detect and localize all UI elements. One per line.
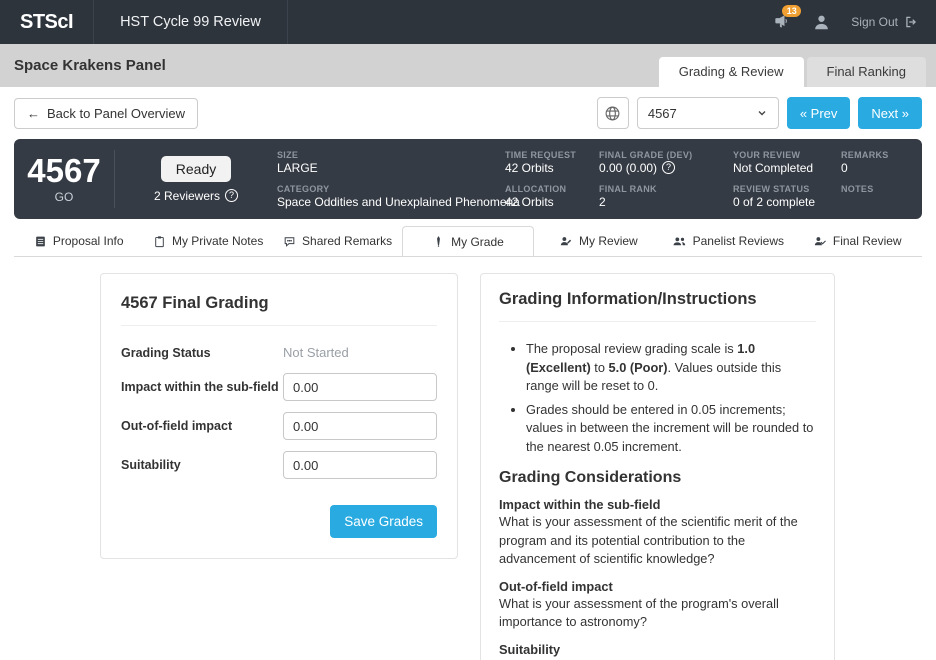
consideration-heading: Suitability xyxy=(499,642,816,657)
instruction-item: The proposal review grading scale is 1.0… xyxy=(526,340,816,396)
field-allocation: ALLOCATION 42 Orbits xyxy=(505,184,583,209)
person-icon xyxy=(812,13,831,32)
field-your-review: YOUR REVIEW Not Completed xyxy=(733,150,825,175)
tab-grading-review[interactable]: Grading & Review xyxy=(659,57,804,87)
impact-subfield-input[interactable] xyxy=(283,373,437,401)
out-of-field-row: Out-of-field impact xyxy=(121,412,437,440)
tab-shared-remarks[interactable]: Shared Remarks xyxy=(273,226,402,256)
stsci-logo[interactable]: STScI xyxy=(0,0,94,44)
proposal-select-value: 4567 xyxy=(648,106,677,121)
tab-final-review[interactable]: Final Review xyxy=(793,226,922,256)
ready-status-button[interactable]: Ready xyxy=(161,156,231,182)
consideration-text: What is your assessment of the scientifi… xyxy=(499,513,816,569)
suitability-input[interactable] xyxy=(283,451,437,479)
tab-panelist-reviews[interactable]: Panelist Reviews xyxy=(663,226,792,256)
grading-status-value: Not Started xyxy=(283,345,349,360)
impact-subfield-label: Impact within the sub-field xyxy=(121,380,283,394)
instruction-item: Grades should be entered in 0.05 increme… xyxy=(526,401,816,457)
out-of-field-input[interactable] xyxy=(283,412,437,440)
document-icon xyxy=(34,235,47,248)
info-card-title: Grading Information/Instructions xyxy=(499,290,816,322)
people-icon xyxy=(672,235,687,248)
proposal-id-block: 4567 GO xyxy=(14,154,114,205)
field-size: SIZE LARGE xyxy=(277,150,489,175)
field-time-request: TIME REQUEST 42 Orbits xyxy=(505,150,583,175)
proposal-type: GO xyxy=(14,190,114,204)
globe-icon xyxy=(604,105,621,122)
nav-right: 4567 « Prev Next » xyxy=(597,97,922,129)
sign-out-icon xyxy=(904,15,918,29)
grading-status-row: Grading Status Not Started xyxy=(121,344,437,362)
nav-row: ← Back to Panel Overview 4567 xyxy=(0,87,936,137)
app-screen: STScI HST Cycle 99 Review 13 xyxy=(0,0,936,660)
chevron-down-icon xyxy=(756,107,768,119)
globe-button[interactable] xyxy=(597,97,629,129)
app-title: HST Cycle 99 Review xyxy=(120,14,261,30)
panel-tabs: Grading & Review Final Ranking xyxy=(659,57,926,87)
top-bar: STScI HST Cycle 99 Review 13 xyxy=(0,0,936,44)
field-final-rank: FINAL RANK 2 xyxy=(599,184,717,209)
consideration-section: Suitability Can the program science goal… xyxy=(499,642,816,660)
topbar-right: 13 Sign Out xyxy=(772,0,936,44)
tab-my-private-notes[interactable]: My Private Notes xyxy=(143,226,272,256)
question-circle-icon[interactable]: ? xyxy=(225,189,238,202)
tab-my-review[interactable]: My Review xyxy=(534,226,663,256)
stsci-logo-text: STScI xyxy=(20,11,73,34)
grading-card-title: 4567 Final Grading xyxy=(121,294,437,326)
grading-status-label: Grading Status xyxy=(121,346,283,360)
proposal-id: 4567 xyxy=(14,154,114,189)
next-button[interactable]: Next » xyxy=(858,97,922,129)
reviewers-label: 2 Reviewers xyxy=(154,189,220,203)
tab-my-grade[interactable]: My Grade xyxy=(402,226,533,256)
clipboard-icon xyxy=(153,235,166,248)
consideration-section: Impact within the sub-field What is your… xyxy=(499,497,816,569)
proposal-tabs: Proposal Info My Private Notes Shared xyxy=(14,226,922,257)
suitability-label: Suitability xyxy=(121,458,283,472)
user-menu-button[interactable] xyxy=(812,13,831,32)
back-button-label: Back to Panel Overview xyxy=(47,106,185,121)
speech-bubble-icon xyxy=(283,235,296,248)
out-of-field-label: Out-of-field impact xyxy=(121,419,283,433)
tab-proposal-info[interactable]: Proposal Info xyxy=(14,226,143,256)
panel-bar: Space Krakens Panel Grading & Review Fin… xyxy=(0,44,936,87)
grading-considerations-title: Grading Considerations xyxy=(499,469,816,487)
pen-icon xyxy=(432,235,445,248)
consideration-heading: Out-of-field impact xyxy=(499,579,816,594)
save-row: Save Grades xyxy=(121,505,437,538)
consideration-text: What is your assessment of the program's… xyxy=(499,595,816,632)
field-final-grade: FINAL GRADE (DEV) 0.00 (0.00) ? xyxy=(599,150,717,175)
notification-badge: 13 xyxy=(782,5,801,17)
sign-out-label: Sign Out xyxy=(851,15,898,29)
field-notes: NOTES xyxy=(841,184,889,209)
proposal-fields-grid: SIZE LARGE CATEGORY Space Oddities and U… xyxy=(277,150,901,209)
impact-subfield-row: Impact within the sub-field xyxy=(121,373,437,401)
panel-title: Space Krakens Panel xyxy=(14,57,659,74)
consideration-section: Out-of-field impact What is your assessm… xyxy=(499,579,816,632)
field-review-status: REVIEW STATUS 0 of 2 complete xyxy=(733,184,825,209)
field-remarks: REMARKS 0 xyxy=(841,150,889,175)
person-check-icon xyxy=(813,235,827,248)
proposal-header: 4567 GO Ready 2 Reviewers ? SIZE LARGE C… xyxy=(14,139,922,219)
tab-final-ranking[interactable]: Final Ranking xyxy=(807,57,927,87)
grading-info-card: Grading Information/Instructions The pro… xyxy=(480,273,835,660)
app-title-box: HST Cycle 99 Review xyxy=(94,0,288,44)
suitability-row: Suitability xyxy=(121,451,437,479)
sign-out-button[interactable]: Sign Out xyxy=(851,15,918,29)
announcements-button[interactable]: 13 xyxy=(772,12,792,32)
proposal-status-block: Ready 2 Reviewers ? xyxy=(115,156,277,203)
person-edit-icon xyxy=(559,235,573,248)
main-content: 4567 Final Grading Grading Status Not St… xyxy=(0,257,936,660)
prev-button[interactable]: « Prev xyxy=(787,97,851,129)
back-to-panel-overview-button[interactable]: ← Back to Panel Overview xyxy=(14,98,198,129)
proposal-select[interactable]: 4567 xyxy=(637,97,779,129)
question-circle-icon[interactable]: ? xyxy=(662,161,675,174)
grading-instructions-list: The proposal review grading scale is 1.0… xyxy=(499,340,816,456)
field-category: CATEGORY Space Oddities and Unexplained … xyxy=(277,184,489,209)
save-grades-button[interactable]: Save Grades xyxy=(330,505,437,538)
reviewers-row: 2 Reviewers ? xyxy=(115,189,277,203)
consideration-heading: Impact within the sub-field xyxy=(499,497,816,512)
back-arrow-icon: ← xyxy=(27,106,40,121)
final-grading-card: 4567 Final Grading Grading Status Not St… xyxy=(100,273,458,559)
